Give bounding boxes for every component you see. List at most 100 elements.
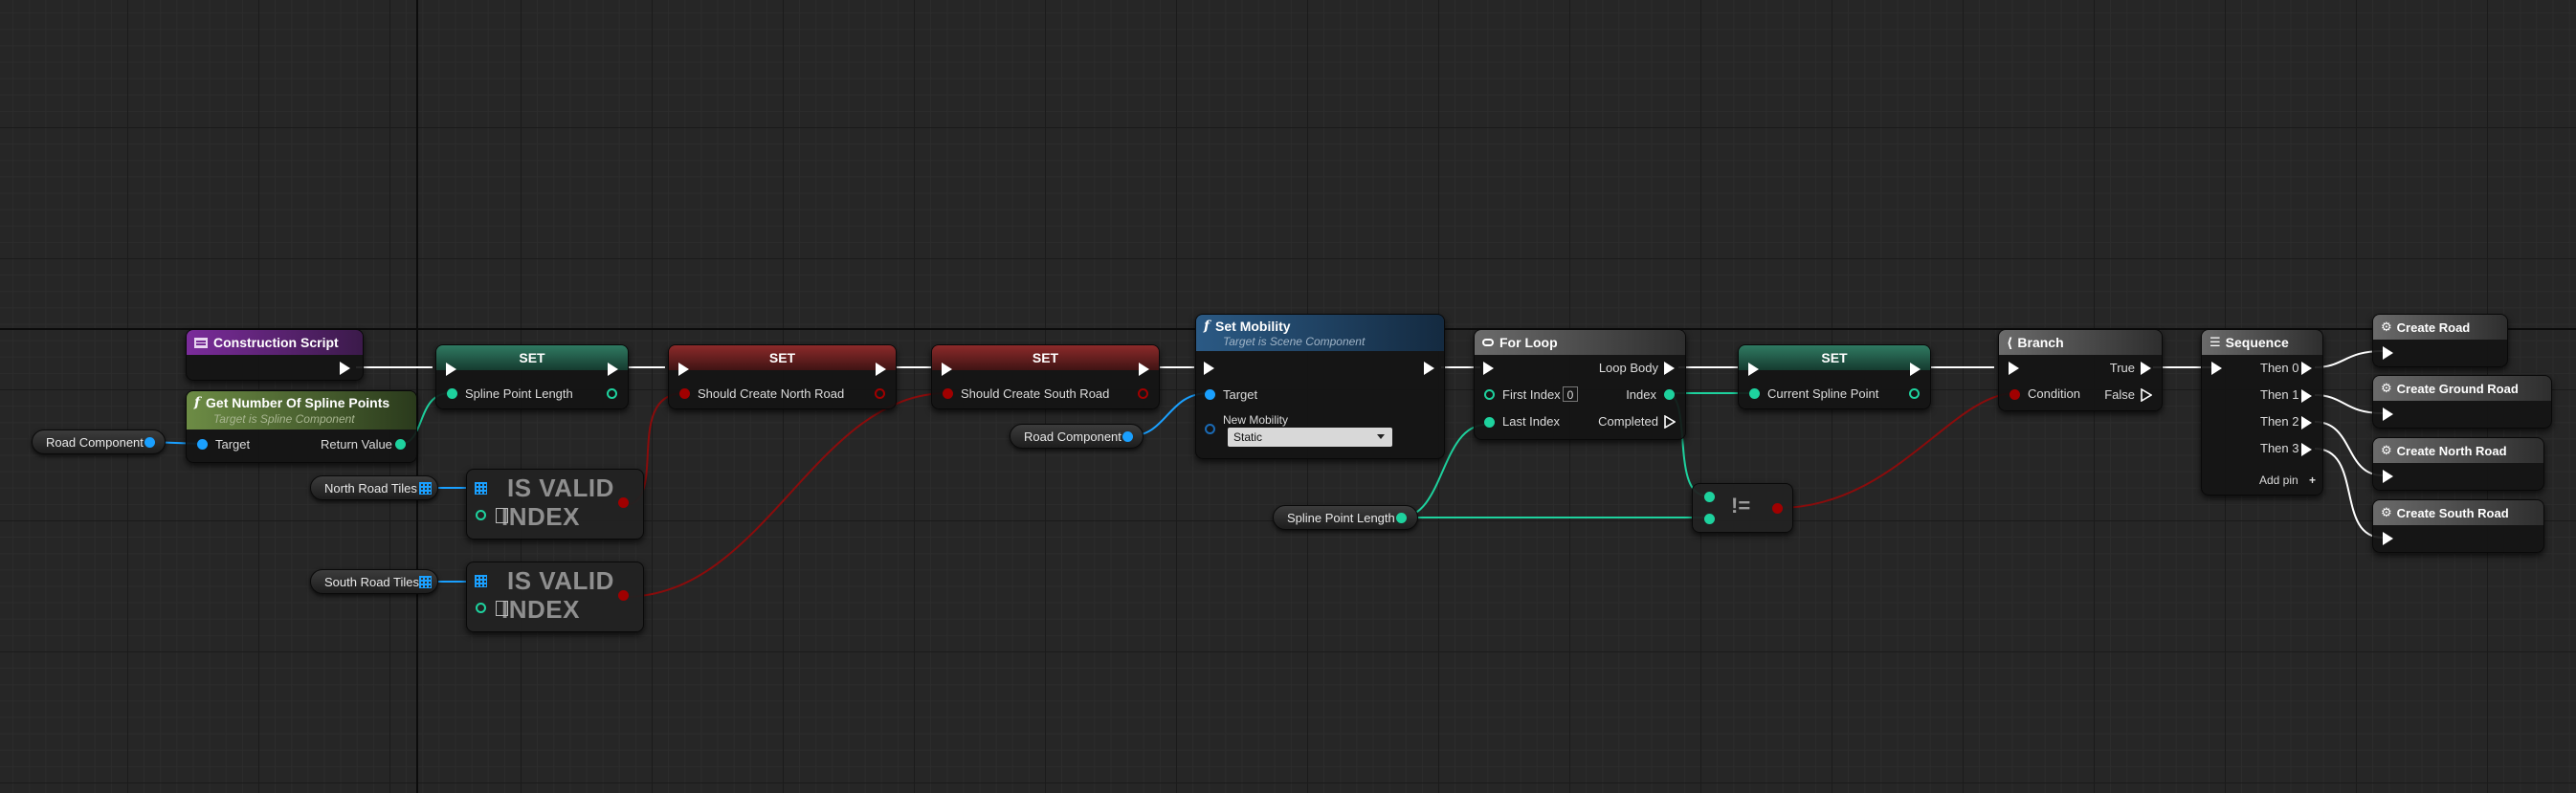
set-current-spline-point-node[interactable]: SET Current Spline Point — [1738, 344, 1931, 409]
get-number-of-spline-points-node[interactable]: f Get Number Of Spline Points Target is … — [186, 390, 417, 463]
event-icon: ⚙ — [2381, 381, 2392, 395]
exec-out-pin[interactable] — [1424, 362, 1434, 375]
road-component-variable[interactable]: Road Component — [1010, 424, 1144, 449]
first-index-pin[interactable] — [1484, 389, 1495, 400]
compact-node-title: INDEX — [501, 502, 580, 531]
mobility-in-pin[interactable] — [1205, 424, 1215, 434]
compact-node-title: INDEX — [501, 595, 580, 624]
b-in-pin[interactable] — [1704, 514, 1715, 524]
array-in-pin[interactable] — [475, 575, 487, 587]
branch-node[interactable]: ⟨ Branch True Condition False — [1998, 329, 2163, 411]
value-in-pin[interactable] — [447, 388, 457, 399]
exec-in-pin[interactable] — [1204, 362, 1214, 375]
index-in-pin[interactable] — [476, 510, 486, 520]
set-should-create-north-road-node[interactable]: SET Should Create North Road — [668, 344, 897, 409]
target-label: Target — [1223, 387, 1258, 402]
last-index-pin[interactable] — [1484, 417, 1495, 428]
mobility-dropdown[interactable]: Static — [1228, 428, 1392, 447]
exec-out-pin[interactable] — [608, 363, 618, 376]
first-index-input[interactable]: 0 — [1563, 386, 1578, 402]
target-pin[interactable] — [197, 439, 208, 450]
then-1-exec-pin[interactable] — [2301, 389, 2312, 403]
exec-in-pin[interactable] — [2383, 532, 2393, 545]
new-mobility-label: New Mobility — [1223, 413, 1289, 427]
create-ground-road-node[interactable]: ⚙ Create Ground Road — [2372, 375, 2552, 429]
exec-in-pin[interactable] — [446, 363, 456, 376]
default-value-box[interactable] — [496, 601, 508, 616]
return-value-pin[interactable] — [395, 439, 406, 450]
a-in-pin[interactable] — [1704, 492, 1715, 502]
then-0-exec-pin[interactable] — [2301, 362, 2312, 375]
operator-symbol: != — [1731, 494, 1751, 518]
is-valid-index-node[interactable]: IS VALID INDEX — [466, 562, 644, 632]
bool-out-pin[interactable] — [618, 590, 629, 601]
object-out-pin[interactable] — [144, 437, 155, 448]
exec-in-pin[interactable] — [1483, 362, 1494, 375]
false-exec-pin[interactable] — [2141, 387, 2153, 403]
then-3-exec-pin[interactable] — [2301, 443, 2312, 456]
then-1-label: Then 1 — [2260, 387, 2299, 402]
value-out-pin[interactable] — [607, 388, 617, 399]
loop-body-exec-pin[interactable] — [1664, 362, 1675, 375]
array-out-pin[interactable] — [419, 576, 432, 588]
exec-out-pin[interactable] — [340, 362, 350, 375]
create-road-node[interactable]: ⚙ Create Road — [2372, 314, 2508, 367]
default-value-box[interactable] — [496, 508, 508, 523]
completed-exec-pin[interactable] — [1664, 414, 1677, 430]
value-in-pin[interactable] — [1749, 388, 1760, 399]
bool-out-pin[interactable] — [618, 497, 629, 508]
value-in-pin[interactable] — [679, 388, 690, 399]
bool-out-pin[interactable] — [1772, 503, 1783, 514]
object-out-pin[interactable] — [1122, 431, 1133, 442]
create-north-road-node[interactable]: ⚙ Create North Road — [2372, 437, 2544, 491]
set-spline-point-length-node[interactable]: SET Spline Point Length — [435, 344, 629, 409]
spline-point-length-variable[interactable]: Spline Point Length — [1273, 505, 1418, 530]
target-pin[interactable] — [1205, 389, 1215, 400]
north-road-tiles-variable[interactable]: North Road Tiles — [310, 475, 438, 500]
array-out-pin[interactable] — [419, 482, 432, 495]
exec-in-pin[interactable] — [2383, 346, 2393, 360]
array-in-pin[interactable] — [475, 482, 487, 495]
then-3-label: Then 3 — [2260, 441, 2299, 455]
variable-name-label: Should Create North Road — [698, 386, 845, 401]
exec-in-pin[interactable] — [942, 363, 952, 376]
then-2-exec-pin[interactable] — [2301, 416, 2312, 430]
road-component-variable[interactable]: Road Component — [32, 430, 166, 454]
value-out-pin[interactable] — [875, 388, 885, 399]
compact-node-title: IS VALID — [507, 474, 614, 502]
value-in-pin[interactable] — [943, 388, 953, 399]
add-pin-label: Add pin — [2259, 474, 2298, 487]
for-loop-node[interactable]: For Loop Loop Body First Index 0 Index L… — [1474, 329, 1686, 440]
set-mobility-node[interactable]: f Set Mobility Target is Scene Component… — [1195, 314, 1445, 459]
exec-in-pin[interactable] — [2211, 362, 2222, 375]
construction-script-node[interactable]: Construction Script — [186, 329, 364, 381]
set-should-create-south-road-node[interactable]: SET Should Create South Road — [931, 344, 1160, 409]
condition-label: Condition — [2028, 386, 2080, 401]
index-in-pin[interactable] — [476, 603, 486, 613]
sequence-node[interactable]: ☰ Sequence Then 0 Then 1 Then 2 Then 3 A… — [2201, 329, 2323, 496]
exec-in-pin[interactable] — [678, 363, 689, 376]
index-out-pin[interactable] — [1664, 389, 1675, 400]
integer-out-pin[interactable] — [1396, 513, 1407, 523]
variable-name-label: Spline Point Length — [465, 386, 573, 401]
node-title: For Loop — [1499, 335, 1558, 350]
not-equal-node[interactable]: != — [1692, 483, 1793, 533]
true-exec-pin[interactable] — [2141, 362, 2151, 375]
add-pin-button[interactable]: Add pin + — [2259, 474, 2316, 487]
condition-pin[interactable] — [2010, 389, 2020, 400]
exec-in-pin[interactable] — [2009, 362, 2019, 375]
is-valid-index-node[interactable]: IS VALID INDEX — [466, 469, 644, 540]
node-title: SET — [519, 350, 545, 365]
exec-in-pin[interactable] — [2383, 470, 2393, 483]
exec-out-pin[interactable] — [1910, 363, 1921, 376]
exec-in-pin[interactable] — [1748, 363, 1759, 376]
south-road-tiles-variable[interactable]: South Road Tiles — [310, 569, 438, 594]
value-out-pin[interactable] — [1138, 388, 1148, 399]
create-south-road-node[interactable]: ⚙ Create South Road — [2372, 499, 2544, 553]
exec-in-pin[interactable] — [2383, 408, 2393, 421]
last-index-label: Last Index — [1502, 414, 1560, 429]
exec-out-pin[interactable] — [1139, 363, 1149, 376]
exec-out-pin[interactable] — [876, 363, 886, 376]
value-out-pin[interactable] — [1909, 388, 1920, 399]
dropdown-value: Static — [1233, 430, 1263, 444]
